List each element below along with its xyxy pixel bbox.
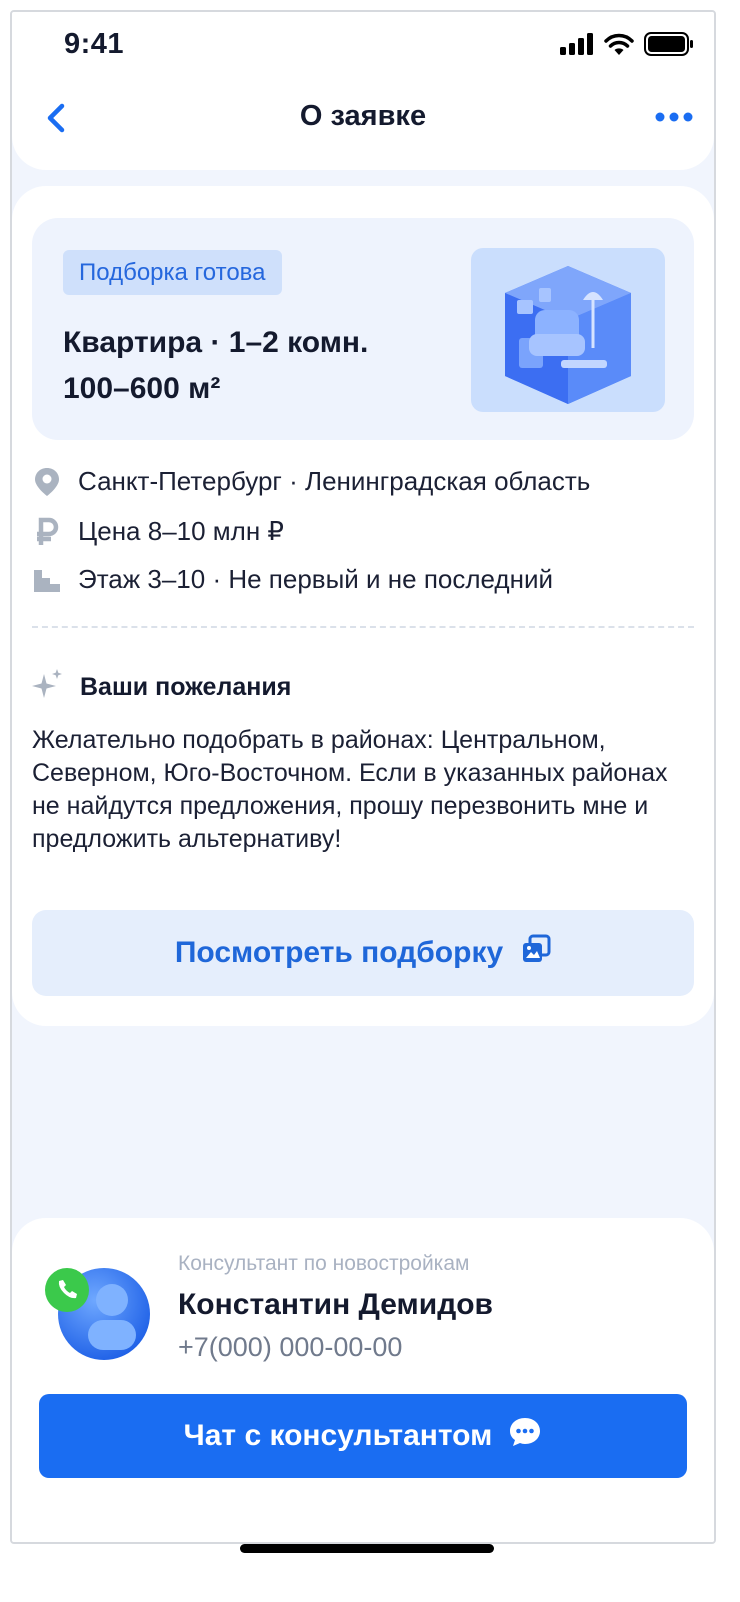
status-badge: Подборка готова	[63, 250, 282, 295]
consultant-panel: Консультант по новостройкам Константин Д…	[12, 1218, 714, 1542]
property-area: 100–600 м²	[63, 372, 221, 405]
selection-summary: Подборка готова Квартира · 1–2 комн. 100…	[32, 218, 694, 440]
request-card: Подборка готова Квартира · 1–2 комн. 100…	[12, 186, 714, 1026]
location-pin-icon	[32, 467, 62, 497]
view-selection-label: Посмотреть подборку	[174, 936, 504, 969]
more-options-icon[interactable]	[654, 104, 694, 130]
floor-text: Этаж 3–10 · Не первый и не последний	[78, 564, 553, 594]
location-text: Санкт-Петербург · Ленинградская область	[78, 466, 591, 496]
status-time: 9:41	[64, 28, 125, 60]
consultant-avatar	[42, 1254, 154, 1366]
home-indicator[interactable]	[240, 1544, 494, 1553]
wifi-icon	[604, 33, 634, 55]
property-type: Квартира · 1–2 комн.	[63, 326, 369, 359]
header: 9:41 О заявке	[12, 12, 714, 170]
dashed-divider	[32, 626, 694, 628]
phone-screen: 9:41 О заявке Подборка готова Квартира ·…	[10, 10, 716, 1544]
info-price: Цена 8–10 млн ₽	[32, 516, 284, 547]
chat-bubble-icon	[508, 1416, 542, 1456]
photos-icon	[521, 934, 551, 972]
info-location: Санкт-Петербург · Ленинградская область	[32, 466, 590, 497]
phone-call-icon	[45, 1268, 89, 1312]
price-text: Цена 8–10 млн ₽	[78, 516, 284, 546]
wishes-text: Желательно подобрать в районах: Централь…	[32, 726, 668, 853]
sparkle-icon	[32, 668, 64, 707]
consultant-name: Константин Демидов	[178, 1288, 493, 1321]
consultant-role: Консультант по новостройкам	[178, 1252, 470, 1275]
living-room-illustration	[471, 248, 665, 412]
consultant-phone[interactable]: +7(000) 000-00-00	[178, 1332, 402, 1363]
view-selection-button[interactable]: Посмотреть подборку	[32, 910, 694, 996]
chat-button-label: Чат с консультантом	[183, 1419, 493, 1452]
signal-icon	[560, 33, 593, 55]
info-floor: Этаж 3–10 · Не первый и не последний	[32, 564, 553, 595]
wishes-heading: Ваши пожелания	[32, 668, 291, 707]
floor-stairs-icon	[32, 565, 62, 595]
wishes-title: Ваши пожелания	[80, 673, 292, 701]
status-icons	[560, 32, 694, 56]
chat-with-consultant-button[interactable]: Чат с консультантом	[39, 1394, 687, 1478]
page-title: О заявке	[299, 100, 427, 132]
battery-icon	[644, 32, 693, 56]
ruble-icon	[32, 517, 62, 547]
